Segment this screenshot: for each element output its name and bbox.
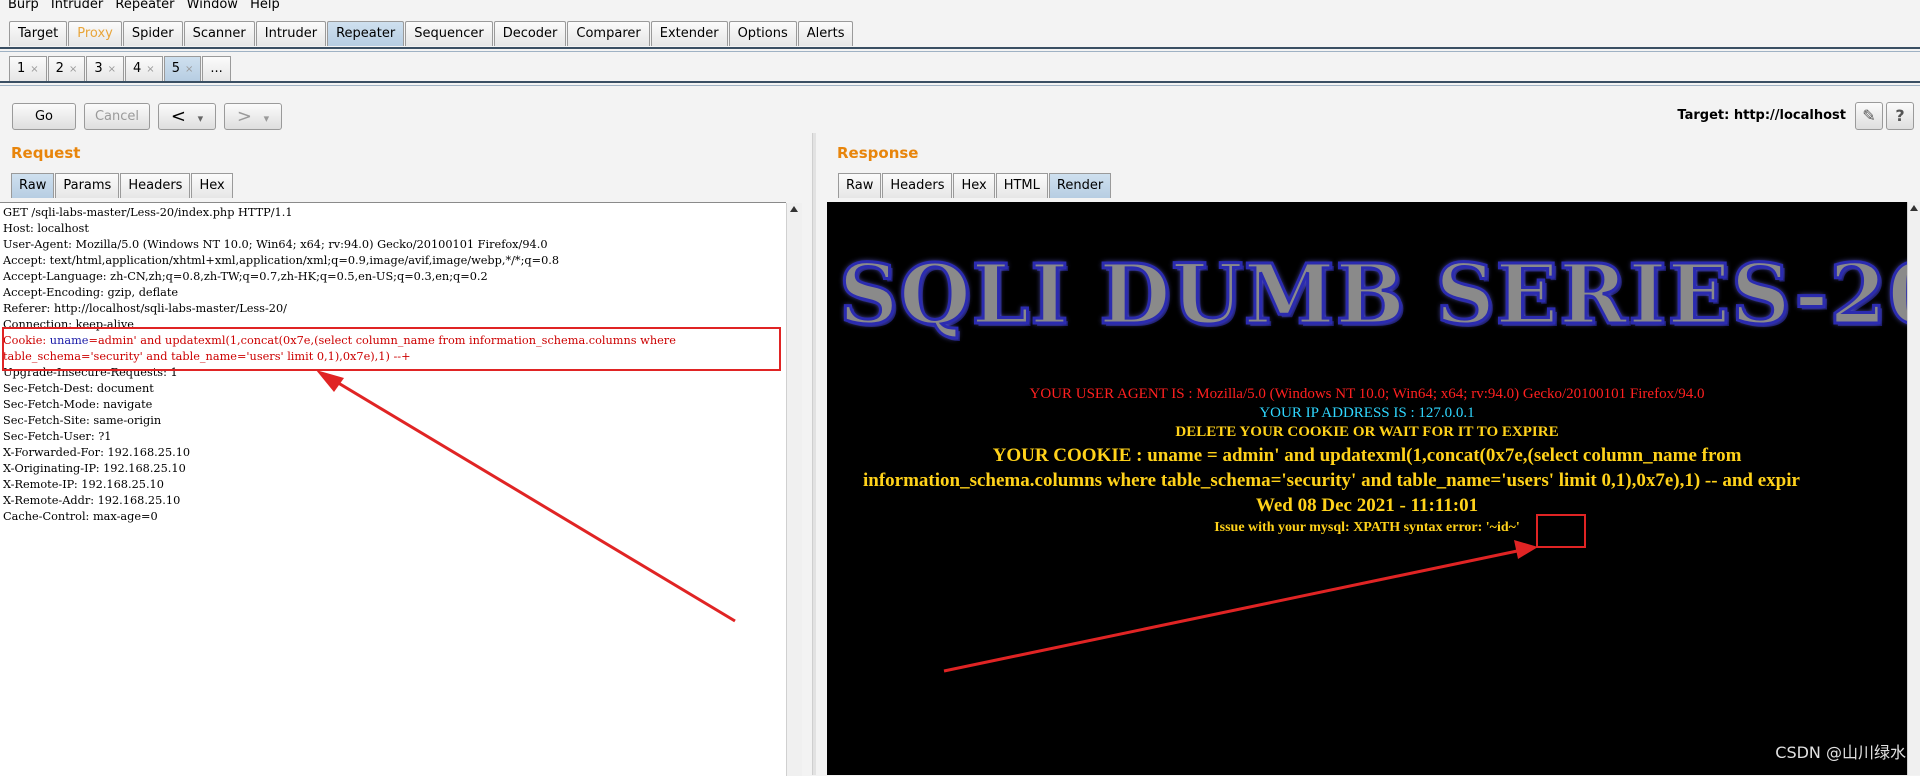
arrow-head-request — [316, 370, 344, 392]
arrow-head-response — [1514, 540, 1538, 559]
arrow-line-request — [329, 376, 736, 623]
csdn-watermark: CSDN @山川绿水 — [1775, 743, 1906, 762]
arrow-line-response — [943, 548, 1523, 673]
annotation-arrows — [316, 370, 1538, 673]
